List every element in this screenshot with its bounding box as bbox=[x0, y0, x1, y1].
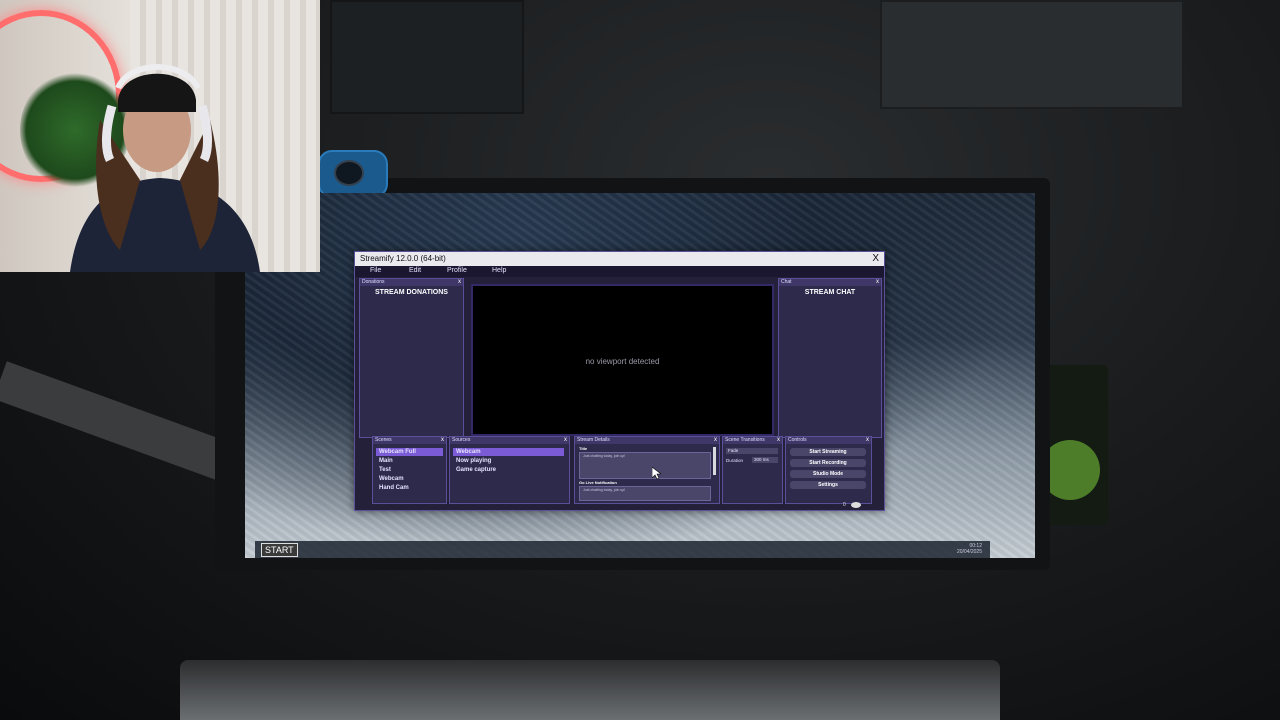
close-icon[interactable]: x bbox=[777, 437, 780, 444]
transition-select[interactable]: Fade bbox=[726, 448, 778, 454]
menu-edit[interactable]: Edit bbox=[409, 267, 421, 274]
close-icon[interactable]: x bbox=[458, 279, 461, 286]
duration-input[interactable]: 300 ms bbox=[752, 457, 778, 463]
start-button[interactable]: START bbox=[261, 543, 298, 557]
scrollbar[interactable] bbox=[713, 447, 716, 475]
window-titlebar[interactable]: Streamify 12.0.0 (64-bit) X bbox=[355, 252, 884, 266]
viewport-message: no viewport detected bbox=[585, 357, 660, 366]
scene-item[interactable]: Main bbox=[376, 457, 443, 465]
notification-label: Go Live Notification bbox=[579, 480, 617, 485]
scene-item[interactable]: Hand Cam bbox=[376, 484, 443, 492]
notification-input[interactable]: Just chatting today, join up! bbox=[579, 486, 711, 501]
donations-title: STREAM DONATIONS bbox=[375, 289, 448, 296]
title-input[interactable]: Just chatting today, join up! bbox=[579, 452, 711, 479]
title-value: Just chatting today, join up! bbox=[583, 454, 626, 458]
viewer-count: 0 bbox=[843, 502, 846, 508]
window-title: Streamify 12.0.0 (64-bit) bbox=[360, 254, 446, 263]
dock-header-label: Donations bbox=[362, 279, 385, 285]
source-item[interactable]: Webcam bbox=[453, 448, 564, 456]
eye-icon bbox=[851, 502, 861, 508]
duration-label: Duration bbox=[726, 458, 744, 463]
source-item[interactable]: Game capture bbox=[453, 466, 566, 474]
dock-header: Donations x bbox=[360, 279, 463, 286]
menu-file[interactable]: File bbox=[370, 267, 381, 274]
start-streaming-button[interactable]: Start Streaming bbox=[790, 448, 866, 456]
dock-header-label: Scenes bbox=[375, 437, 392, 443]
source-item[interactable]: Now playing bbox=[453, 457, 566, 465]
scene-transitions-dock: Scene Transitions x Fade Duration 300 ms bbox=[722, 436, 783, 504]
start-recording-button[interactable]: Start Recording bbox=[790, 459, 866, 467]
dock-header-label: Chat bbox=[781, 279, 792, 285]
streamer bbox=[70, 64, 260, 272]
taskbar bbox=[255, 541, 990, 558]
menu-help[interactable]: Help bbox=[492, 267, 506, 274]
webcam-overlay bbox=[0, 0, 320, 272]
dock-header: Scenes x bbox=[373, 437, 446, 444]
close-icon[interactable]: x bbox=[876, 279, 879, 286]
acoustic-panel bbox=[330, 0, 524, 114]
notification-value: Just chatting today, join up! bbox=[583, 488, 626, 492]
settings-button[interactable]: Settings bbox=[790, 481, 866, 489]
dock-header: Controls x bbox=[786, 437, 871, 444]
studio-mode-button[interactable]: Studio Mode bbox=[790, 470, 866, 478]
scenes-dock: Scenes x Webcam Full Main Test Webcam Ha… bbox=[372, 436, 447, 504]
dock-header-label: Scene Transitions bbox=[725, 437, 765, 443]
dock-header: Scene Transitions x bbox=[723, 437, 782, 444]
dock-header-label: Stream Details bbox=[577, 437, 610, 443]
scene-item[interactable]: Webcam Full bbox=[376, 448, 443, 456]
close-icon[interactable]: x bbox=[564, 437, 567, 444]
controls-dock: Controls x Start Streaming Start Recordi… bbox=[785, 436, 872, 504]
webcam-lens bbox=[334, 160, 364, 186]
taskbar-date: 20/04/2025 bbox=[956, 549, 982, 555]
donations-dock: Donations x STREAM DONATIONS bbox=[359, 278, 464, 438]
stream-details-dock: Stream Details x Title Just chatting tod… bbox=[574, 436, 720, 504]
cursor-icon bbox=[652, 467, 661, 480]
scene-item[interactable]: Test bbox=[376, 466, 443, 474]
menu-bar: File Edit Profile Help bbox=[355, 266, 884, 277]
chat-title: STREAM CHAT bbox=[804, 289, 856, 296]
dock-header: Stream Details x bbox=[575, 437, 719, 444]
dock-header-label: Sources bbox=[452, 437, 471, 443]
title-label: Title bbox=[579, 446, 588, 451]
desk-edge bbox=[180, 660, 1000, 720]
streamify-window: Streamify 12.0.0 (64-bit) X File Edit Pr… bbox=[354, 251, 885, 511]
close-icon[interactable]: x bbox=[441, 437, 444, 444]
dock-header: Sources x bbox=[450, 437, 569, 444]
chat-dock: Chat x STREAM CHAT bbox=[778, 278, 882, 438]
dock-header-label: Controls bbox=[788, 437, 807, 443]
acoustic-panel bbox=[880, 0, 1184, 109]
scene-item[interactable]: Webcam bbox=[376, 475, 443, 483]
preview-viewport[interactable]: no viewport detected bbox=[471, 284, 774, 436]
dock-header: Chat x bbox=[779, 279, 881, 286]
menu-profile[interactable]: Profile bbox=[447, 267, 467, 274]
close-icon[interactable]: X bbox=[872, 253, 879, 265]
close-icon[interactable]: x bbox=[714, 437, 717, 444]
sources-dock: Sources x Webcam Now playing Game captur… bbox=[449, 436, 570, 504]
close-icon[interactable]: x bbox=[866, 437, 869, 444]
